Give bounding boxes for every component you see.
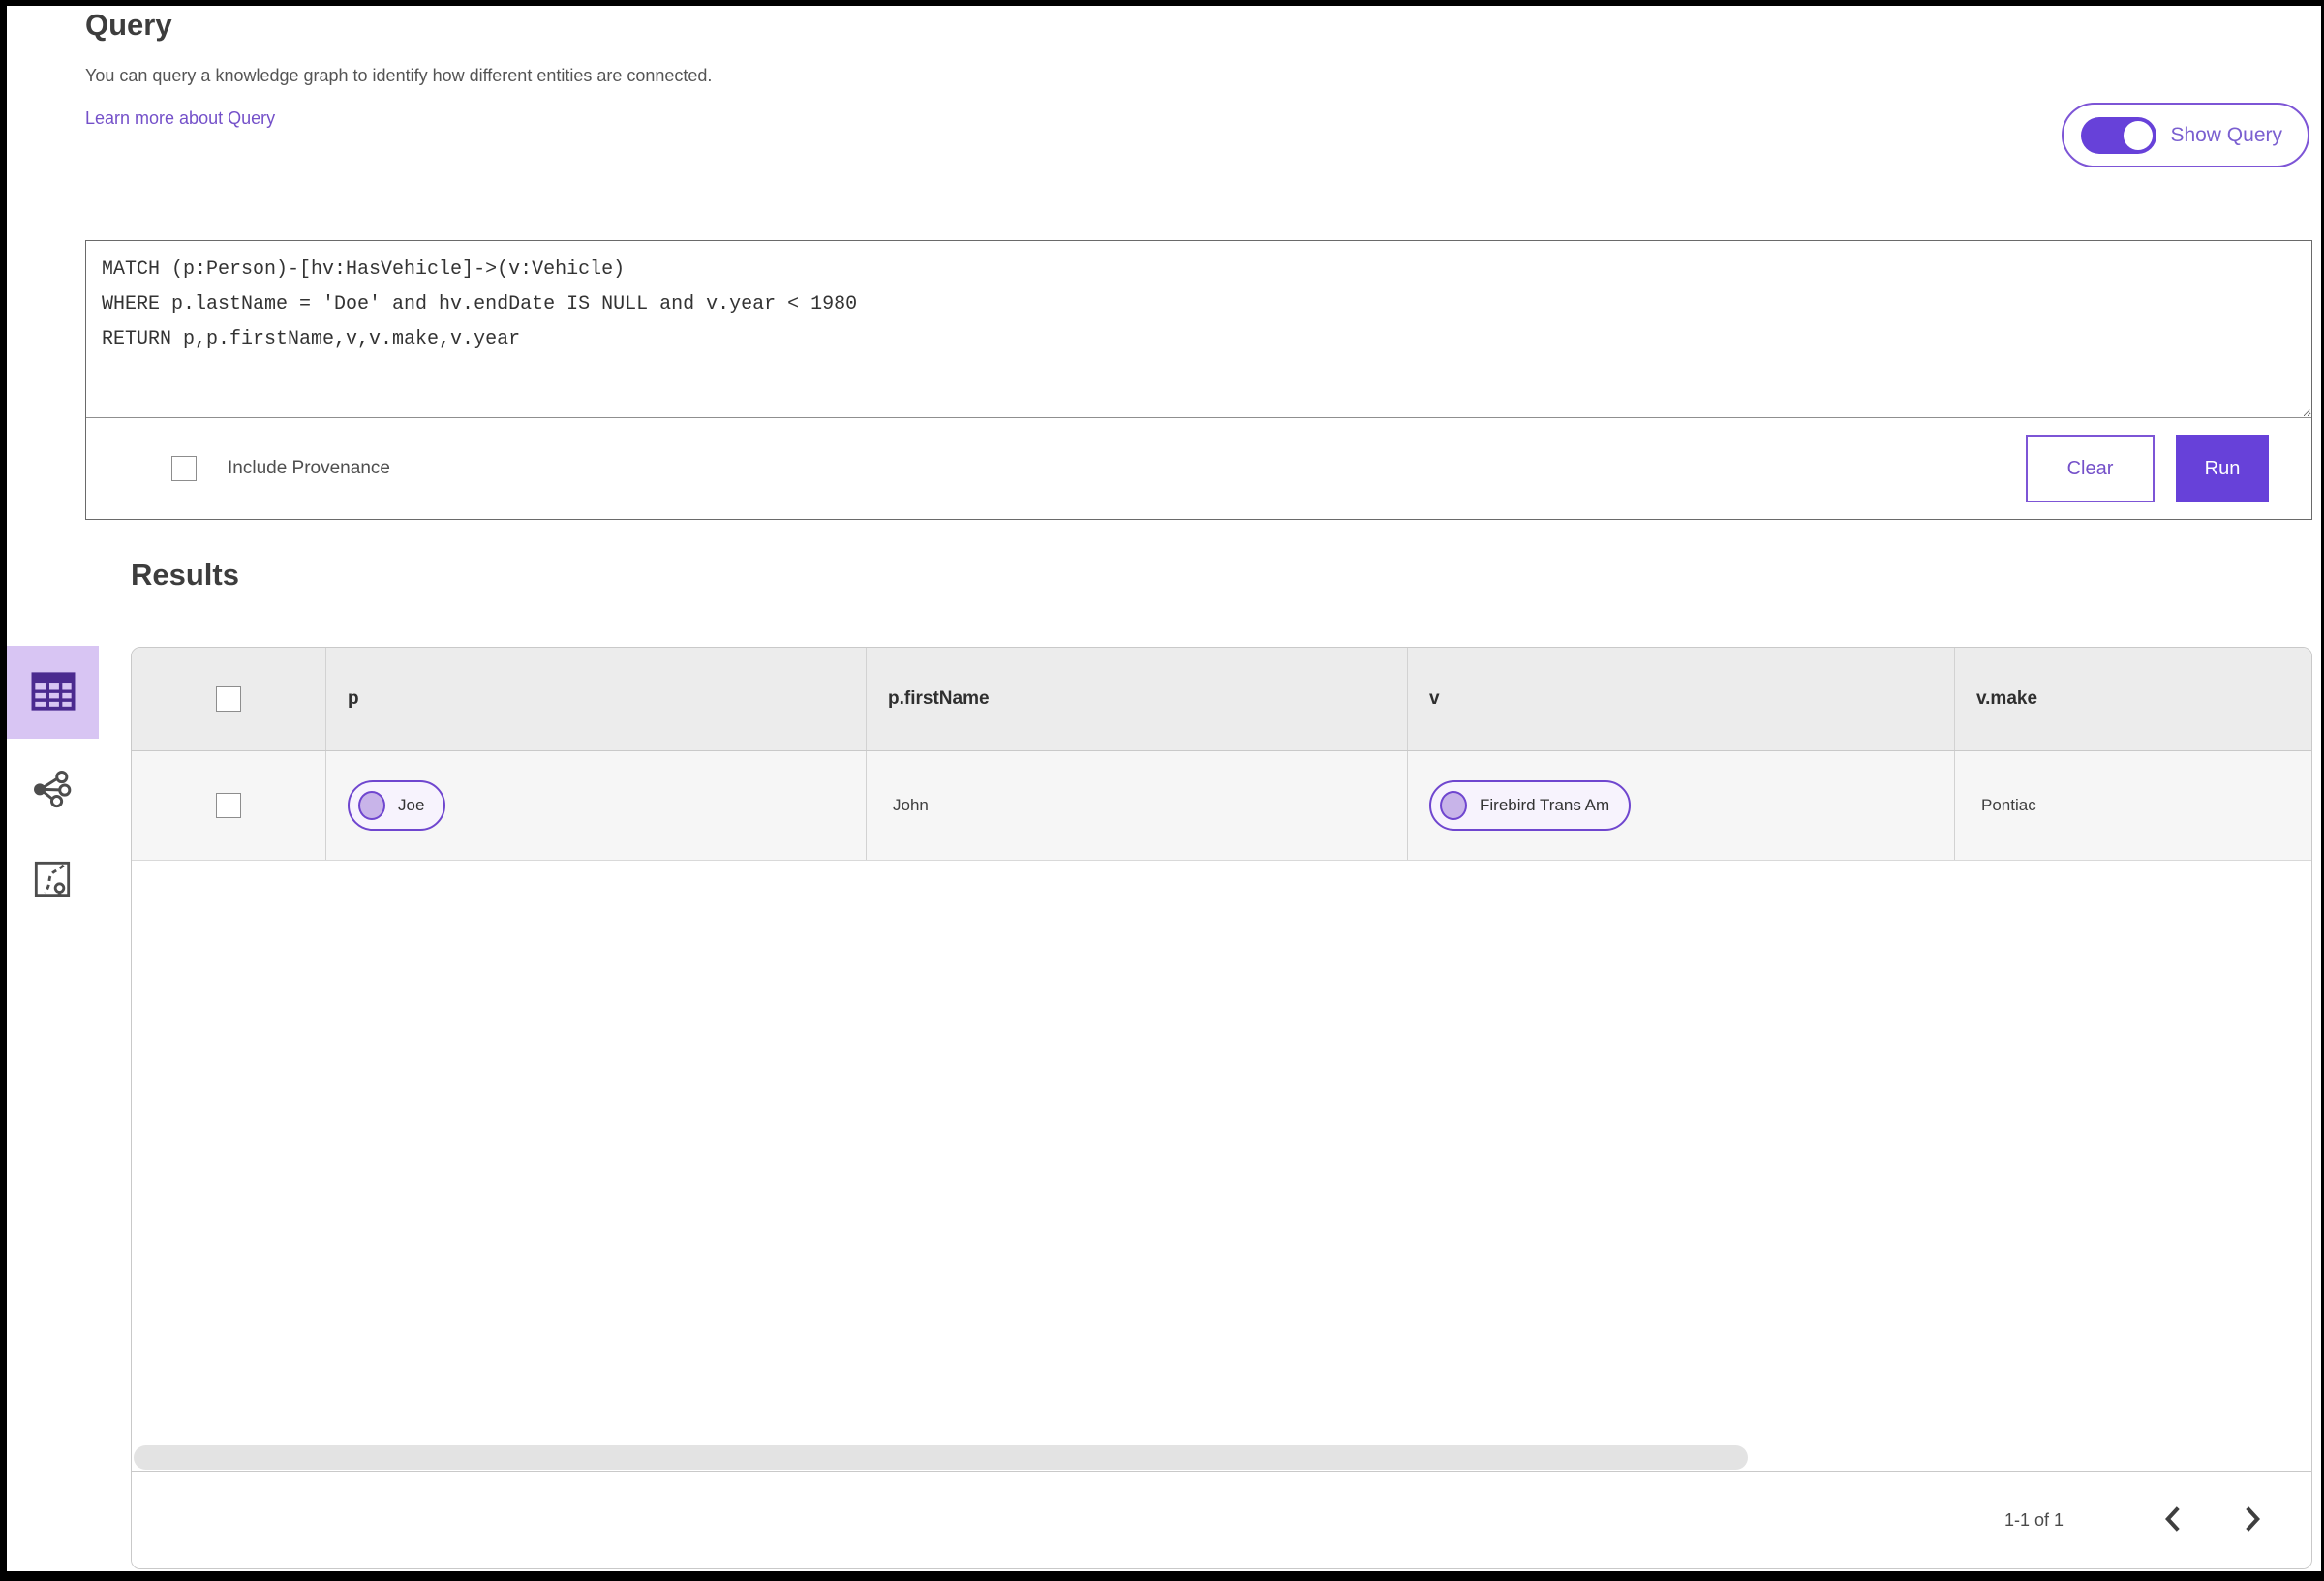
cell-p-entity: Joe: [325, 751, 866, 860]
page-description: You can query a knowledge graph to ident…: [85, 66, 713, 85]
column-header-v[interactable]: v: [1407, 648, 1954, 750]
run-button[interactable]: Run: [2176, 435, 2269, 502]
sidebar-item-graph-view[interactable]: [18, 759, 86, 821]
horizontal-scrollbar-thumb[interactable]: [134, 1445, 1748, 1470]
cell-v-make: Pontiac: [1954, 751, 2311, 860]
sidebar-item-table-view[interactable]: [7, 646, 99, 739]
results-title: Results: [131, 558, 239, 592]
entity-pill-label: Firebird Trans Am: [1480, 796, 1610, 814]
cell-text: John: [893, 796, 929, 814]
query-code-editor[interactable]: MATCH (p:Person)-[hv:HasVehicle]->(v:Veh…: [86, 241, 2311, 417]
entity-pill-person[interactable]: Joe: [348, 780, 446, 831]
query-page: Query You can query a knowledge graph to…: [7, 6, 2321, 1571]
include-provenance-label: Include Provenance: [228, 458, 390, 478]
next-page-button[interactable]: [2232, 1497, 2273, 1543]
map-icon: [33, 860, 72, 901]
include-provenance-checkbox[interactable]: [171, 456, 197, 481]
select-all-checkbox[interactable]: [216, 686, 241, 712]
chevron-right-icon: [2243, 1505, 2262, 1535]
show-query-toggle[interactable]: Show Query: [2062, 103, 2309, 167]
previous-page-button[interactable]: [2153, 1497, 2193, 1543]
column-header-p[interactable]: p: [325, 648, 866, 750]
cell-p-firstname: John: [866, 751, 1407, 860]
query-editor-panel: MATCH (p:Person)-[hv:HasVehicle]->(v:Veh…: [85, 240, 2312, 520]
toggle-switch-icon[interactable]: [2081, 116, 2157, 154]
column-header-v-make[interactable]: v.make: [1954, 648, 2311, 750]
row-checkbox[interactable]: [216, 793, 241, 818]
network-graph-icon: [32, 769, 73, 812]
sidebar-item-map-view[interactable]: [20, 850, 84, 910]
clear-button[interactable]: Clear: [2026, 435, 2155, 502]
row-checkbox-cell: [132, 751, 325, 860]
results-table-footer: 1-1 of 1: [132, 1471, 2311, 1568]
header-checkbox-cell: [132, 648, 325, 750]
table-row: Joe John Firebird Trans Am Pontiac: [132, 751, 2311, 861]
entity-pill-vehicle[interactable]: Firebird Trans Am: [1429, 780, 1632, 831]
pagination-range-label: 1-1 of 1: [2003, 1509, 2064, 1530]
entity-pill-label: Joe: [398, 796, 425, 814]
table-icon: [31, 671, 76, 714]
editor-buttons: Clear Run: [2026, 435, 2269, 502]
show-query-toggle-label: Show Query: [2170, 123, 2282, 146]
cell-text: Pontiac: [1981, 796, 2036, 814]
query-editor-footer: Include Provenance Clear Run: [86, 418, 2311, 519]
query-code-area: MATCH (p:Person)-[hv:HasVehicle]->(v:Veh…: [86, 241, 2311, 418]
chevron-left-icon: [2163, 1505, 2183, 1535]
results-table-panel: p p.firstName v v.make Joe John Firebird…: [131, 647, 2312, 1569]
node-icon: [1440, 791, 1467, 820]
learn-more-link[interactable]: Learn more about Query: [85, 108, 275, 129]
column-header-p-firstname[interactable]: p.firstName: [866, 648, 1407, 750]
cell-v-entity: Firebird Trans Am: [1407, 751, 1954, 860]
node-icon: [358, 791, 385, 820]
page-title: Query: [85, 8, 172, 42]
results-table-header-row: p p.firstName v v.make: [132, 648, 2311, 751]
